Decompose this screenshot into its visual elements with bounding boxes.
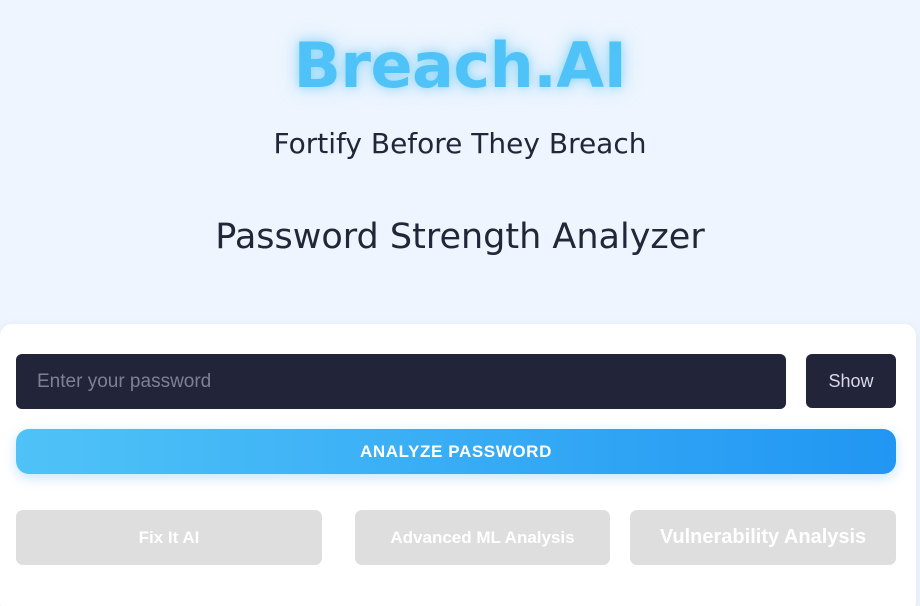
page-title: Password Strength Analyzer <box>215 217 705 257</box>
show-password-button[interactable]: Show <box>806 354 896 408</box>
tagline: Fortify Before They Breach <box>273 127 647 160</box>
fix-it-ai-button[interactable]: Fix It AI <box>16 510 322 565</box>
vulnerability-analysis-button[interactable]: Vulnerability Analysis <box>630 510 896 565</box>
password-input[interactable] <box>16 354 786 409</box>
brand-logo: Breach.AI <box>293 29 627 102</box>
analyze-password-button[interactable]: ANALYZE PASSWORD <box>16 429 896 474</box>
page: Breach.AI Fortify Before They Breach Pas… <box>0 0 920 606</box>
analyzer-card: Show ANALYZE PASSWORD Fix It AI Advanced… <box>0 324 916 606</box>
advanced-ml-analysis-button[interactable]: Advanced ML Analysis <box>355 510 610 565</box>
